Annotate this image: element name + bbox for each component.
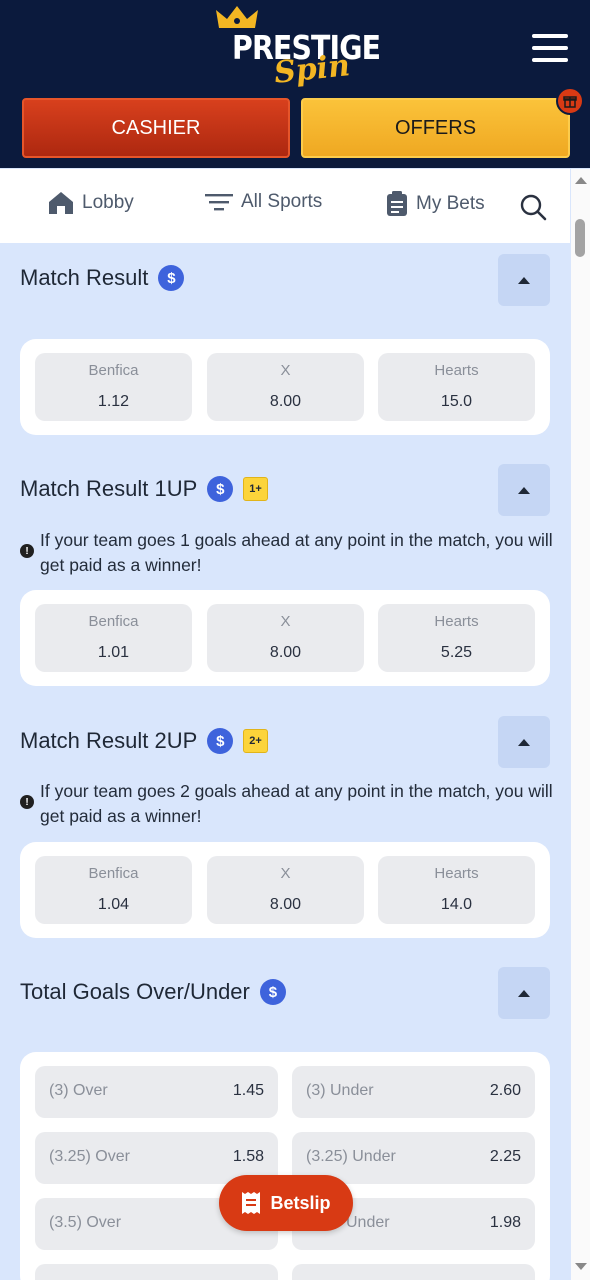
odds-button[interactable]: Hearts 15.0 <box>378 353 535 421</box>
collapse-button[interactable] <box>498 254 550 306</box>
over-odds-button[interactable]: (3) Over 1.45 <box>35 1066 278 1118</box>
odds-label: Under <box>346 1214 390 1231</box>
odds-value: 15.0 <box>440 393 473 410</box>
betslip-label: Betslip <box>270 1192 331 1213</box>
odds-button[interactable]: Benfica 1.01 <box>35 604 192 672</box>
collapse-button[interactable] <box>498 967 550 1019</box>
scrollbar[interactable] <box>571 169 590 1280</box>
odds-button[interactable]: Hearts 5.25 <box>378 604 535 672</box>
goals-ahead-badge: 1+ <box>243 477 268 501</box>
goals-ahead-badge: 2+ <box>243 729 268 753</box>
odds-button[interactable]: X 8.00 <box>207 604 364 672</box>
nav-all-sports-label: All Sports <box>241 191 323 212</box>
odds-label: Hearts <box>434 362 479 379</box>
market-info-text: If your team goes 2 goals ahead at any p… <box>40 781 553 826</box>
odds-value: 1.04 <box>97 896 130 913</box>
odds-label: (3.5) Over <box>49 1214 122 1231</box>
odds-value: 8.00 <box>269 896 302 913</box>
collapse-button[interactable] <box>498 716 550 768</box>
odds-value: 1.01 <box>97 644 130 661</box>
odds-label: X <box>280 362 291 379</box>
dollar-icon: $ <box>259 979 286 1005</box>
dollar-icon: $ <box>158 265 185 291</box>
scroll-down-arrow-icon[interactable] <box>575 1263 587 1270</box>
market-title: Match Result 1UP <box>20 476 198 501</box>
logo-script: Spin <box>272 48 352 91</box>
betslip-button[interactable]: Betslip <box>219 1175 353 1231</box>
sports-nav: Lobby All Sports My Bets <box>0 169 570 243</box>
receipt-icon <box>242 1192 261 1214</box>
scroll-up-arrow-icon[interactable] <box>575 177 587 184</box>
gift-icon[interactable] <box>556 87 584 115</box>
odds-value: 8.00 <box>269 644 302 661</box>
cashier-button[interactable]: CASHIER <box>22 98 290 158</box>
odds-value: 5.25 <box>440 644 473 661</box>
odds-value: 8.00 <box>269 393 302 410</box>
market-title-match-result-1up: Match Result 1UP $ 1+ <box>20 476 268 502</box>
info-icon: ! <box>20 795 34 809</box>
market-title-match-result: Match Result $ <box>20 265 185 291</box>
dollar-icon: $ <box>207 476 234 502</box>
odds-label: Hearts <box>434 865 479 882</box>
market-info: ! If your team goes 2 goals ahead at any… <box>20 779 556 829</box>
scrollbar-thumb[interactable] <box>575 219 585 257</box>
odds-label: X <box>280 613 291 630</box>
odds-value: 1.98 <box>489 1214 521 1231</box>
info-icon: ! <box>20 544 34 558</box>
nav-my-bets[interactable]: My Bets <box>386 191 485 217</box>
hamburger-menu-icon[interactable] <box>532 34 568 62</box>
search-icon[interactable] <box>519 193 547 221</box>
market-info-text: If your team goes 1 goals ahead at any p… <box>40 530 553 575</box>
odds-value: 1.12 <box>97 393 130 410</box>
clipboard-icon <box>387 191 407 216</box>
odds-button[interactable]: Hearts 14.0 <box>378 856 535 924</box>
over-odds-button[interactable] <box>35 1264 278 1280</box>
odds-value: 2.60 <box>489 1082 521 1099</box>
home-icon <box>49 192 73 214</box>
filter-lines-icon <box>205 194 233 211</box>
odds-card: Benfica 1.04 X 8.00 Hearts 14.0 <box>20 842 550 938</box>
nav-lobby[interactable]: Lobby <box>48 191 134 215</box>
nav-all-sports[interactable]: All Sports <box>205 191 322 213</box>
under-odds-button[interactable] <box>292 1264 535 1280</box>
odds-label: (3.25) Over <box>49 1148 130 1165</box>
market-info: ! If your team goes 1 goals ahead at any… <box>20 528 556 578</box>
odds-label: Hearts <box>434 613 479 630</box>
odds-label: Benfica <box>88 865 139 882</box>
under-odds-button[interactable]: (3) Under 2.60 <box>292 1066 535 1118</box>
odds-label: Benfica <box>88 613 139 630</box>
prestige-spin-logo[interactable]: PRESTIGE Spin <box>216 6 382 91</box>
odds-button[interactable]: X 8.00 <box>207 353 364 421</box>
odds-button[interactable]: X 8.00 <box>207 856 364 924</box>
offers-button[interactable]: OFFERS <box>301 98 570 158</box>
dollar-icon: $ <box>207 728 234 754</box>
odds-card: (3) Over 1.45 (3) Under 2.60 (3.25) Over… <box>20 1052 550 1280</box>
odds-label: (3.25) Under <box>306 1148 396 1165</box>
market-title: Total Goals Over/Under <box>20 979 250 1004</box>
odds-value: 14.0 <box>440 896 473 913</box>
odds-value: 1.45 <box>232 1082 264 1099</box>
odds-label: (3) Over <box>49 1082 108 1099</box>
market-title: Match Result 2UP <box>20 728 198 753</box>
odds-label: X <box>280 865 291 882</box>
odds-value: 1.58 <box>232 1148 264 1165</box>
odds-label: Benfica <box>88 362 139 379</box>
nav-my-bets-label: My Bets <box>416 193 485 214</box>
odds-button[interactable]: Benfica 1.12 <box>35 353 192 421</box>
market-title-match-result-2up: Match Result 2UP $ 2+ <box>20 728 268 754</box>
market-title-total-goals: Total Goals Over/Under $ <box>20 979 286 1005</box>
collapse-button[interactable] <box>498 464 550 516</box>
nav-lobby-label: Lobby <box>82 192 134 213</box>
odds-value: 2.25 <box>489 1148 521 1165</box>
odds-card: Benfica 1.01 X 8.00 Hearts 5.25 <box>20 590 550 686</box>
market-title: Match Result <box>20 265 149 290</box>
odds-label: (3) Under <box>306 1082 374 1099</box>
odds-card: Benfica 1.12 X 8.00 Hearts 15.0 <box>20 339 550 435</box>
odds-button[interactable]: Benfica 1.04 <box>35 856 192 924</box>
